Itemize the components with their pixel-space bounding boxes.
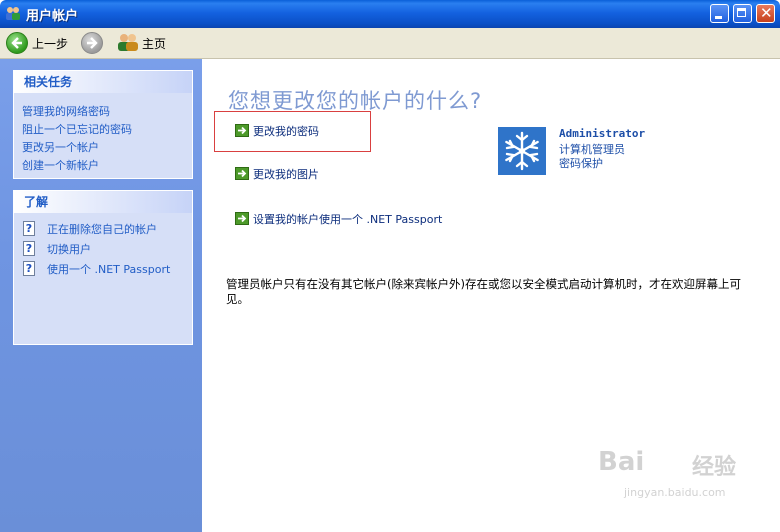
home-label[interactable]: 主页	[142, 35, 166, 52]
option-label: 设置我的帐户使用一个 .NET Passport	[253, 213, 443, 226]
toolbar: 上一步 主页	[0, 28, 780, 59]
watermark-text: 经验	[692, 455, 737, 480]
user-accounts-icon	[5, 5, 21, 21]
account-password-status: 密码保护	[559, 157, 603, 170]
close-button[interactable]: ✕	[756, 4, 775, 23]
learn-title: 了解	[14, 191, 192, 213]
help-item-label: 使用一个 .NET Passport	[47, 263, 171, 276]
home-icon[interactable]	[116, 32, 140, 52]
watermark-url: jingyan.baidu.com	[624, 486, 726, 499]
back-arrow-icon	[11, 37, 22, 49]
option-label: 更改我的密码	[253, 125, 319, 138]
arrow-right-icon	[235, 167, 249, 180]
task-pane: 相关任务 管理我的网络密码 阻止一个已忘记的密码 更改另一个帐户 创建一个新帐户…	[0, 59, 202, 532]
close-icon: ✕	[760, 4, 773, 22]
back-button[interactable]	[6, 32, 28, 54]
related-tasks-panel: 相关任务 管理我的网络密码 阻止一个已忘记的密码 更改另一个帐户 创建一个新帐户	[13, 70, 193, 179]
arrow-right-icon	[235, 212, 249, 225]
minimize-button[interactable]	[710, 4, 729, 23]
task-link-change-another-account[interactable]: 更改另一个帐户	[22, 139, 99, 155]
help-icon: ?	[23, 261, 35, 276]
baidu-watermark-logo: Bai	[598, 447, 645, 477]
option-label: 更改我的图片	[253, 168, 319, 181]
maximize-button[interactable]	[733, 4, 752, 23]
title-bar[interactable]: 用户帐户 ✕	[0, 0, 780, 28]
admin-visibility-note: 管理员帐户只有在没有其它帐户(除来宾帐户外)存在或您以安全模式启动计算机时，才在…	[226, 277, 741, 306]
help-icon: ?	[23, 241, 35, 256]
window-title: 用户帐户	[26, 9, 79, 24]
account-name: Administrator	[559, 127, 646, 140]
forward-arrow-icon	[87, 37, 98, 49]
forward-button[interactable]	[81, 32, 103, 54]
help-icon: ?	[23, 221, 35, 236]
task-link-prevent-forgotten-password[interactable]: 阻止一个已忘记的密码	[22, 121, 132, 137]
related-tasks-title: 相关任务	[14, 71, 192, 93]
task-link-create-new-account[interactable]: 创建一个新帐户	[22, 157, 99, 173]
task-link-manage-network-passwords[interactable]: 管理我的网络密码	[22, 103, 110, 119]
back-label[interactable]: 上一步	[32, 35, 68, 52]
help-item-label: 正在删除您自己的帐户	[47, 223, 157, 236]
arrow-right-icon	[235, 124, 249, 137]
snowflake-icon	[498, 127, 546, 175]
learn-panel: 了解 ? 正在删除您自己的帐户 ? 切换用户 ? 使用一个 .NET Passp…	[13, 190, 193, 345]
help-item-label: 切换用户	[47, 243, 91, 256]
account-avatar	[498, 127, 546, 175]
